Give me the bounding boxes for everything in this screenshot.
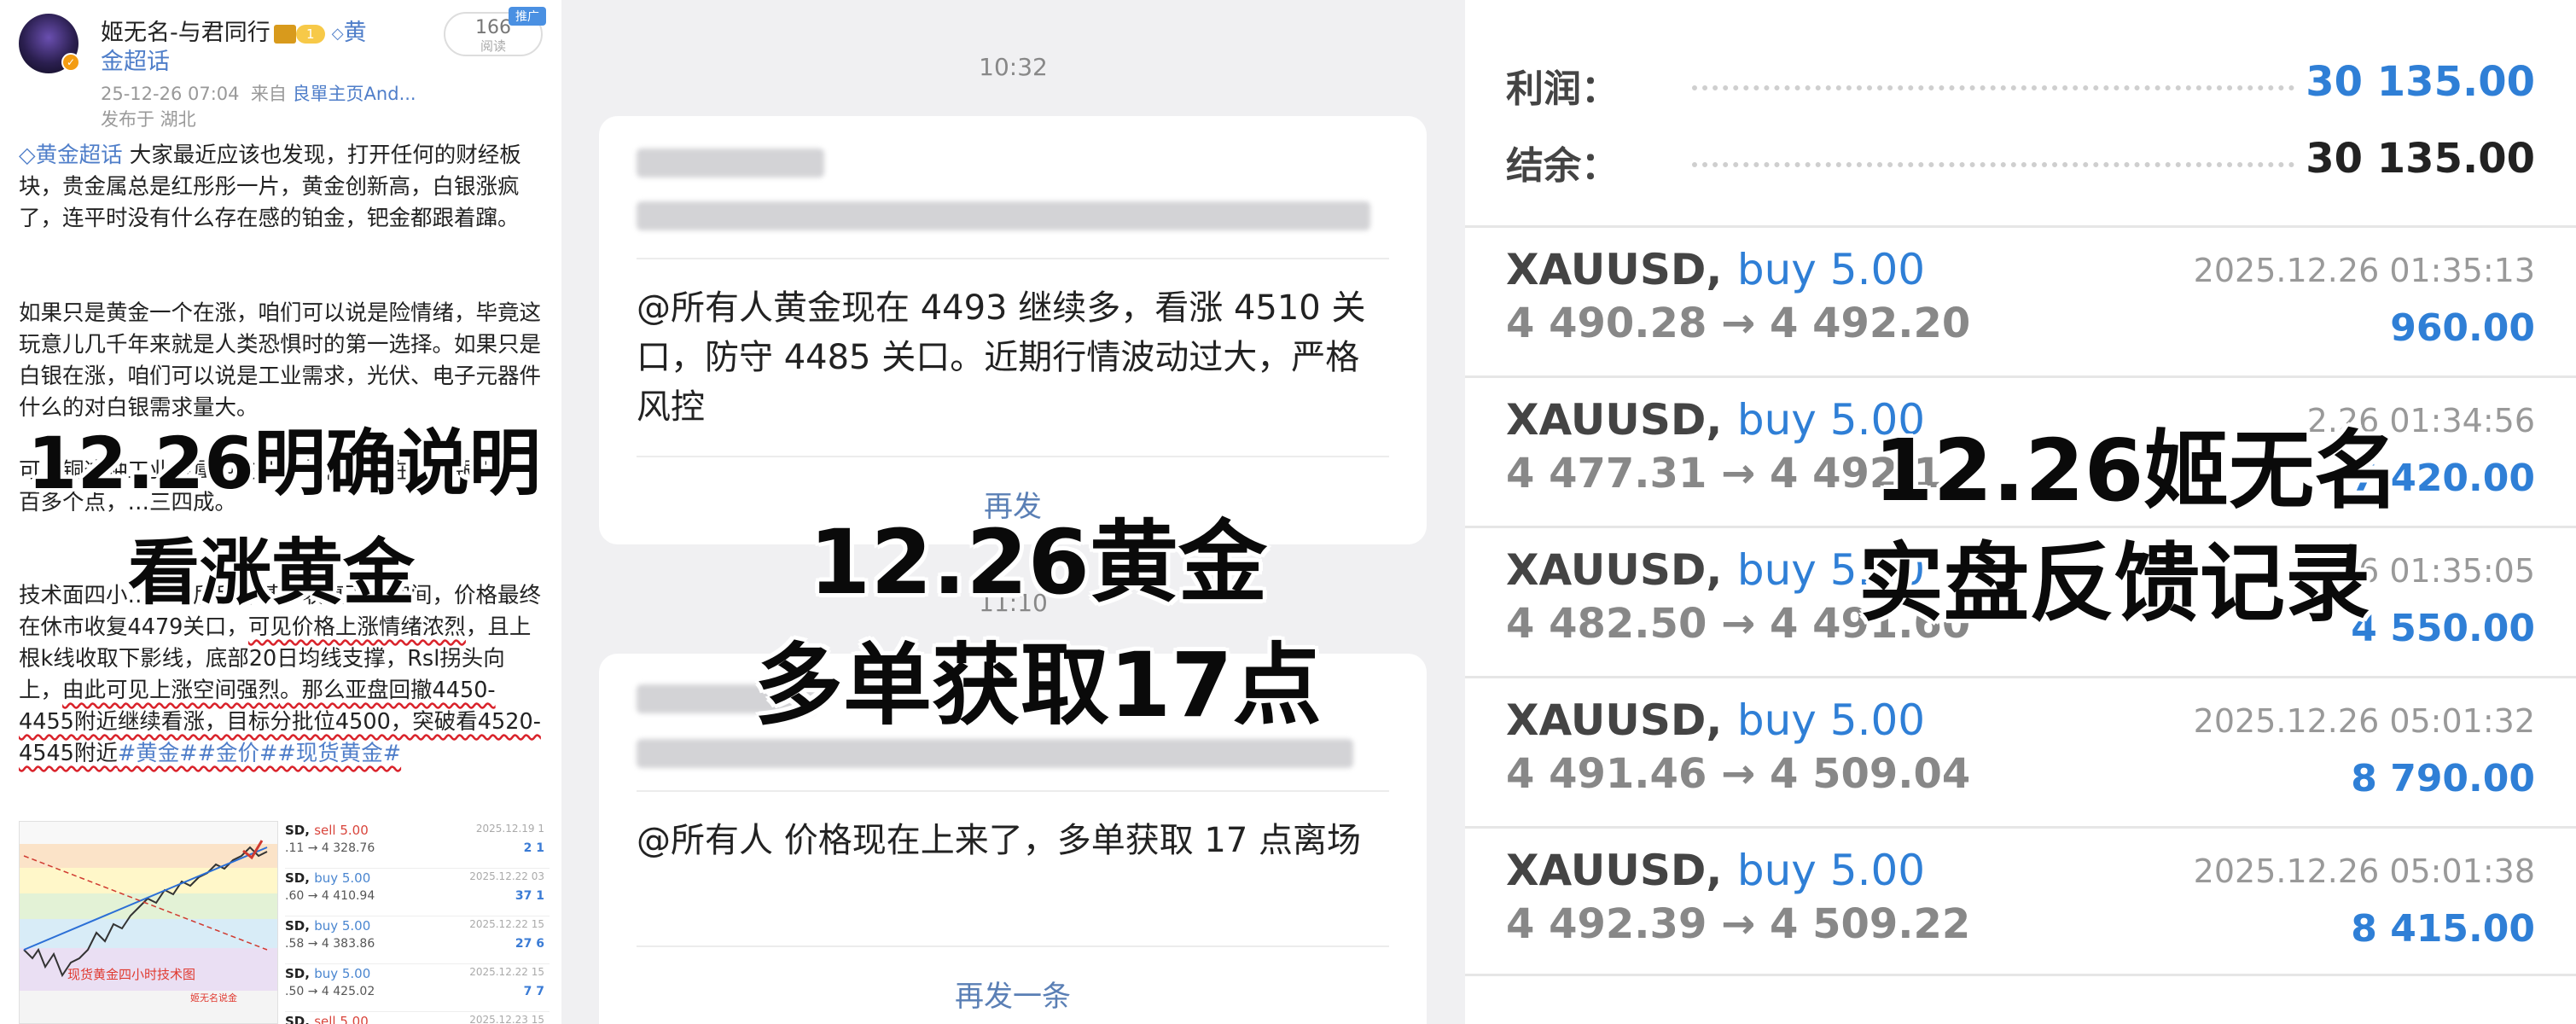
summary-label: 利润： (1506, 67, 1619, 111)
diamond-icon: ◇ (331, 25, 344, 43)
topic-link-cont[interactable]: 金超话 (101, 43, 170, 76)
post-location: 发布于 湖北 (101, 109, 196, 130)
mini-price: .50 → 4 425.02 (285, 985, 375, 998)
mini-symbol: SD, buy 5.00 (285, 918, 371, 934)
divider (637, 258, 1389, 259)
chart-watermark: 姬无名说金 (190, 992, 237, 1004)
hashtags[interactable]: #黄金##金价##现货黄金# (118, 741, 401, 766)
message-text: @所有人 价格现在上来了，多单获取 17 点离场 (637, 821, 1362, 860)
divider (637, 790, 1389, 792)
trade-profit: 8 415.00 (2351, 907, 2535, 951)
weibo-post-panel: ✓ 姬无名-与君同行 1 ◇黄 金超话 25-12-26 07:04 来自 良單主页… (0, 0, 561, 1024)
trade-date: 2025.12.26 05:01:32 (2193, 702, 2535, 740)
trade-side: buy 5.00 (1736, 695, 1926, 745)
trade-row[interactable]: XAUUSD, buy 5.00 4 491.46 → 4 509.04 202… (1465, 676, 2576, 826)
highlight-text: 由此可见上涨空间强烈 (62, 678, 281, 703)
message-text: @所有人黄金现在 4493 继续多，看涨 4510 关口，防守 4485 关口。… (637, 288, 1366, 427)
mini-profit: 2 1 (523, 841, 544, 855)
divider (637, 456, 1389, 457)
trade-side: buy 5.00 (1736, 846, 1926, 895)
resend-button[interactable]: 再发一条 (599, 973, 1427, 1015)
trade-symbol: XAUUSD, buy 5.00 (1506, 846, 1926, 895)
mini-date: 2025.12.22 15 (469, 966, 544, 978)
vip-level-badge: 1 (295, 24, 325, 44)
chart-thumbnail[interactable]: 现货黄金四小时技术图 姬无名说金 (19, 821, 278, 1024)
mini-profit: 37 1 (515, 889, 544, 903)
mini-date: 2025.12.22 15 (469, 918, 544, 930)
overlay-caption: 12.26黄金 (809, 510, 1267, 614)
chart-caption: 现货黄金四小时技术图 (67, 967, 196, 982)
trade-date: 2025.12.26 05:01:38 (2193, 852, 2535, 890)
trade-symbol: XAUUSD, buy 5.00 (1506, 395, 1926, 445)
summary-balance: 结余： 30 135.00 (1465, 125, 2576, 193)
list-item: SD, sell 5.00 2025.12.23 15 (285, 1012, 550, 1024)
trade-prices: 4 492.39 → 4 509.22 (1506, 900, 1971, 948)
message-time: 10:32 (979, 53, 1048, 81)
mini-date: 2025.12.23 15 (469, 1014, 544, 1024)
trade-date: 2025.12.26 01:35:13 (2193, 252, 2535, 289)
mini-symbol: SD, sell 5.00 (285, 1014, 369, 1024)
dotted-leader (1692, 162, 2294, 167)
list-item: SD, sell 5.00 .11 → 4 328.76 2025.12.19 … (285, 821, 550, 869)
overlay-caption: 12.26明确说明 (27, 422, 541, 505)
overlay-caption: 看涨黄金 (128, 531, 416, 614)
post-time: 25-12-26 07:04 (101, 84, 240, 104)
mini-price: .11 → 4 328.76 (285, 841, 375, 855)
read-label: 阅读 (480, 38, 506, 54)
mini-profit: 7 7 (523, 985, 544, 998)
overlay-caption: 12.26姬无名 (1874, 421, 2400, 521)
blurred-text (637, 201, 1370, 230)
summary-value: 30 135.00 (2306, 135, 2535, 183)
trade-profit: 8 790.00 (2351, 757, 2535, 800)
trade-symbol: XAUUSD, buy 5.00 (1506, 695, 1926, 745)
trade-side: buy 5.00 (1736, 245, 1926, 294)
price-chart-icon (23, 840, 268, 978)
trade-row[interactable]: XAUUSD, buy 5.00 4 490.28 → 4 492.20 202… (1465, 225, 2576, 375)
list-item: SD, buy 5.00 .50 → 4 425.02 2025.12.22 1… (285, 964, 550, 1012)
mini-symbol: SD, sell 5.00 (285, 823, 369, 838)
mini-symbol: SD, buy 5.00 (285, 966, 371, 981)
source-prefix: 来自 (250, 84, 287, 104)
mini-symbol: SD, buy 5.00 (285, 870, 371, 886)
crown-icon (273, 24, 296, 44)
post-meta: 25-12-26 07:04 来自 良單主页And... (101, 80, 416, 106)
topic-link[interactable]: 黄 (344, 20, 367, 46)
divider (637, 945, 1389, 947)
blurred-text (637, 148, 824, 177)
summary-label: 结余： (1506, 144, 1619, 188)
list-item: SD, buy 5.00 .58 → 4 383.86 2025.12.22 1… (285, 916, 550, 964)
promo-badge[interactable]: 推广 (509, 7, 546, 26)
dotted-leader (1692, 85, 2294, 90)
mini-price: .58 → 4 383.86 (285, 937, 375, 951)
diamond-icon: ◇ (19, 143, 36, 168)
trade-symbol: XAUUSD, buy 5.00 (1506, 245, 1926, 294)
list-item: SD, buy 5.00 .60 → 4 410.94 2025.12.22 0… (285, 869, 550, 916)
topic-tag[interactable]: 黄金超话 (36, 143, 123, 168)
post-paragraph-2: 如果只是黄金一个在涨，咱们可以说是险情绪，毕竟这玩意儿几千年来就是人类恐惧时的第… (19, 300, 542, 421)
trade-thumbnail-list: SD, sell 5.00 .11 → 4 328.76 2025.12.19 … (285, 821, 550, 1024)
mini-date: 2025.12.19 1 (475, 823, 544, 835)
post-source[interactable]: 良單主页And... (293, 84, 416, 104)
mini-price: .60 → 4 410.94 (285, 889, 375, 903)
post-paragraph-1: ◇黄金超话 大家最近应该也发现，打开任何的财经板块，贵金属总是红彤彤一片，黄金创… (19, 140, 546, 235)
mini-profit: 27 6 (515, 937, 544, 951)
summary-profit: 利润： 30 135.00 (1465, 48, 2576, 116)
blurred-text (637, 739, 1353, 768)
overlay-caption: 多单获取17点 (754, 633, 1322, 737)
trade-prices: 4 491.46 → 4 509.04 (1506, 750, 1971, 798)
trade-row[interactable]: XAUUSD, buy 5.00 4 492.39 → 4 509.22 202… (1465, 826, 2576, 976)
trade-profit: 960.00 (2390, 306, 2535, 350)
verified-badge-icon: ✓ (61, 53, 80, 72)
mini-date: 2025.12.22 03 (469, 870, 544, 882)
message-card: @所有人黄金现在 4493 继续多，看涨 4510 关口，防守 4485 关口。… (599, 116, 1427, 544)
summary-value: 30 135.00 (2306, 58, 2535, 106)
trade-profit: 4 550.00 (2351, 607, 2535, 650)
overlay-caption: 实盘反馈记录 (1858, 533, 2370, 633)
trade-prices: 4 490.28 → 4 492.20 (1506, 300, 1971, 347)
